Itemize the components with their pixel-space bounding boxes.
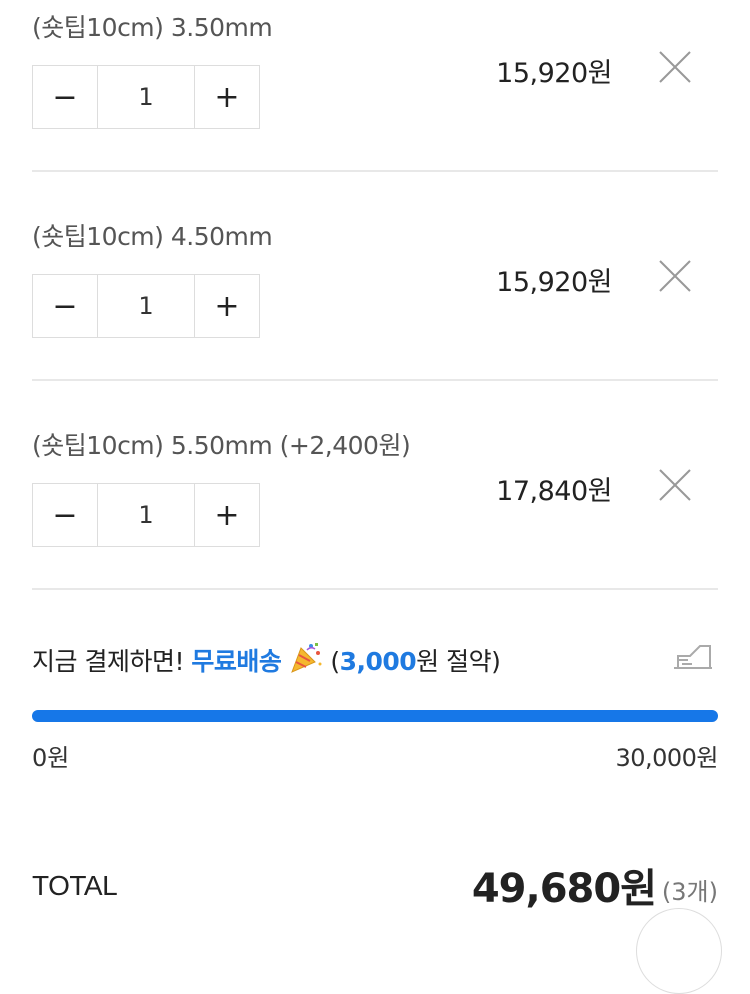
decrease-button[interactable]: −	[33, 275, 97, 337]
progress-min-label: 0원	[32, 744, 70, 772]
open-paren: (	[322, 647, 340, 676]
close-icon[interactable]	[658, 50, 692, 84]
quantity-stepper: − 1 +	[32, 65, 260, 129]
saved-amount: 3,000	[339, 647, 417, 676]
shipping-progress-bar	[32, 710, 718, 722]
divider	[32, 170, 718, 172]
quantity-stepper: − 1 +	[32, 483, 260, 547]
cart-item: (숏팁10cm) 4.50mm − 1 + 15,920원	[32, 217, 718, 347]
total-count: (3개)	[661, 878, 718, 906]
free-shipping-message: 지금 결제하면! 무료배송 (3,000원 절약)	[32, 640, 501, 678]
divider	[32, 588, 718, 590]
increase-button[interactable]: +	[195, 484, 259, 546]
decrease-button[interactable]: −	[33, 66, 97, 128]
close-icon[interactable]	[658, 468, 692, 502]
increase-button[interactable]: +	[195, 66, 259, 128]
decrease-button[interactable]: −	[33, 484, 97, 546]
option-label: (숏팁10cm) 3.50mm	[32, 13, 273, 42]
free-shipping-label: 무료배송	[191, 647, 282, 676]
shipping-progress-fill	[32, 710, 718, 722]
floating-button[interactable]	[636, 908, 722, 994]
quantity-value[interactable]: 1	[97, 484, 195, 546]
quantity-value[interactable]: 1	[97, 275, 195, 337]
quantity-stepper: − 1 +	[32, 274, 260, 338]
truck-icon	[674, 645, 712, 669]
option-label: (숏팁10cm) 5.50mm (+2,400원)	[32, 431, 411, 460]
shipping-prefix: 지금 결제하면!	[32, 647, 192, 676]
progress-max-label: 30,000원	[615, 744, 718, 772]
increase-button[interactable]: +	[195, 275, 259, 337]
quantity-value[interactable]: 1	[97, 66, 195, 128]
close-icon[interactable]	[658, 259, 692, 293]
divider	[32, 379, 718, 381]
option-label: (숏팁10cm) 4.50mm	[32, 222, 273, 251]
party-popper-icon	[291, 643, 322, 673]
item-price: 15,920원	[496, 58, 612, 89]
saved-suffix: 원 절약)	[416, 647, 501, 676]
item-price: 17,840원	[496, 476, 612, 507]
total-price: 49,680원	[471, 866, 657, 912]
cart-item: (숏팁10cm) 3.50mm − 1 + 15,920원	[32, 8, 718, 138]
cart-item: (숏팁10cm) 5.50mm (+2,400원) − 1 + 17,840원	[32, 426, 718, 556]
total-label: TOTAL	[32, 870, 118, 901]
item-price: 15,920원	[496, 267, 612, 298]
